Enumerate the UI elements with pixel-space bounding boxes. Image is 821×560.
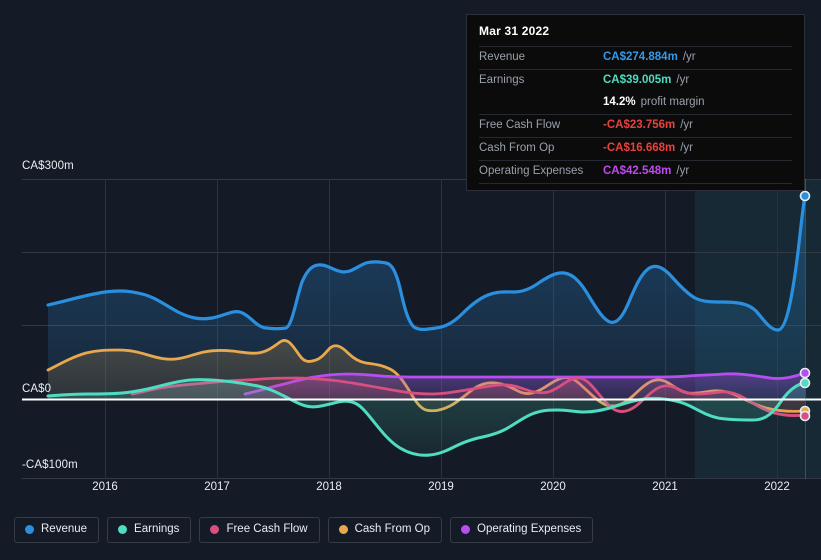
marker-earnings [799,377,811,389]
chart-tooltip: Mar 31 2022 Revenue CA$274.884m /yr Earn… [466,14,805,191]
tooltip-unit-cash-from-op: /yr [680,141,694,154]
tooltip-date: Mar 31 2022 [479,24,550,38]
tooltip-unit-profit-margin: profit margin [640,95,705,108]
tooltip-unit-operating-expenses: /yr [676,164,690,177]
tooltip-key-revenue: Revenue [479,50,526,63]
tooltip-value-earnings: CA$39.005m [603,73,672,86]
legend-item-earnings[interactable]: Earnings [107,517,192,543]
tooltip-value-revenue: CA$274.884m [603,50,678,63]
financial-chart-app: CA$300m CA$0 -CA$100m 2016 2017 2018 201… [0,0,821,560]
tooltip-value-cash-from-op: -CA$16.668m [603,141,676,154]
tooltip-row-free-cash-flow: Free Cash Flow -CA$23.756m /yr [479,114,792,137]
marker-opex [799,367,811,379]
legend-label-cash-from-op: Cash From Op [354,523,431,535]
legend-dot-revenue-icon [25,525,34,535]
tooltip-value-free-cash-flow: -CA$23.756m [603,118,676,131]
legend-dot-free-cash-flow-icon [210,525,220,535]
tooltip-key-earnings: Earnings [479,73,525,86]
tooltip-unit-free-cash-flow: /yr [680,118,694,131]
legend-dot-operating-expenses-icon [461,525,471,535]
tooltip-value-operating-expenses: CA$42.548m [603,164,672,177]
legend-item-free-cash-flow[interactable]: Free Cash Flow [199,517,320,543]
legend-dot-cash-from-op-icon [338,525,348,535]
legend-item-cash-from-op[interactable]: Cash From Op [327,517,443,543]
tooltip-row-cash-from-op: Cash From Op -CA$16.668m /yr [479,137,792,160]
tooltip-row-profit-margin: 14.2% profit margin [479,92,792,114]
legend-dot-earnings-icon [118,525,128,535]
tooltip-row-operating-expenses: Operating Expenses CA$42.548m /yr [479,160,792,184]
marker-revenue [799,190,811,202]
legend-label-free-cash-flow: Free Cash Flow [226,523,308,535]
tooltip-key-operating-expenses: Operating Expenses [479,164,584,177]
tooltip-key-free-cash-flow: Free Cash Flow [479,118,561,131]
marker-fcf [799,410,811,422]
tooltip-unit-revenue: /yr [682,50,696,63]
tooltip-key-cash-from-op: Cash From Op [479,141,555,154]
legend-item-operating-expenses[interactable]: Operating Expenses [450,517,594,543]
legend-label-revenue: Revenue [41,523,88,535]
tooltip-row-revenue: Revenue CA$274.884m /yr [479,46,792,69]
legend-label-earnings: Earnings [134,523,180,535]
legend-label-operating-expenses: Operating Expenses [477,523,582,535]
tooltip-unit-earnings: /yr [676,73,690,86]
legend-item-revenue[interactable]: Revenue [14,517,100,543]
chart-legend: Revenue Earnings Free Cash Flow Cash Fro… [14,517,594,543]
tooltip-row-earnings: Earnings CA$39.005m /yr [479,69,792,92]
tooltip-value-profit-margin: 14.2% [603,95,636,108]
